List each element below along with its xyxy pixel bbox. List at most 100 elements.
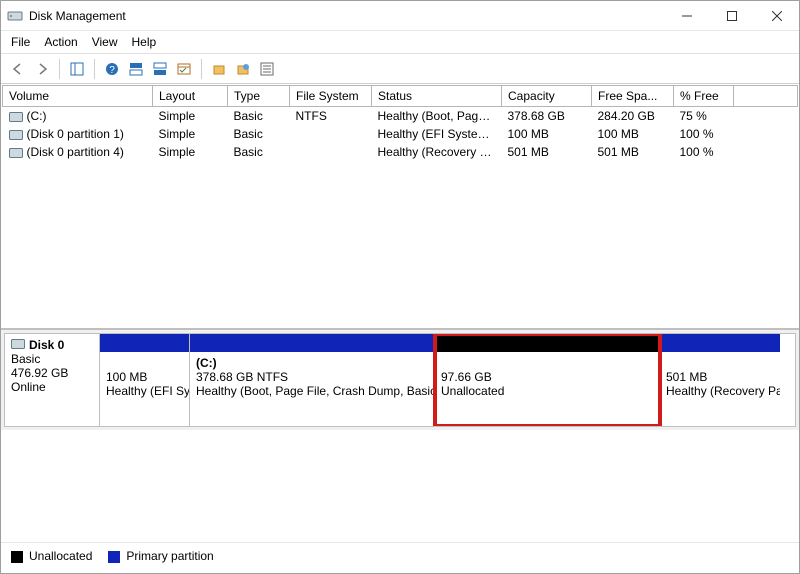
cell-capacity: 501 MB: [502, 143, 592, 161]
window-controls: [664, 1, 799, 30]
col-pfree[interactable]: % Free: [674, 86, 734, 107]
toolbar: ?: [1, 54, 799, 84]
swatch-black-icon: [11, 551, 23, 563]
table-row[interactable]: (Disk 0 partition 4) SimpleBasic Healthy (…: [3, 143, 798, 161]
disk-label[interactable]: Disk 0 Basic 476.92 GB Online: [5, 334, 100, 426]
partition-bar: [435, 334, 659, 352]
partition[interactable]: 501 MBHealthy (Recovery Pa: [660, 334, 780, 426]
cell-pfree: 75 %: [674, 107, 734, 126]
cell-free: 501 MB: [592, 143, 674, 161]
menu-bar: File Action View Help: [1, 31, 799, 54]
cell-capacity: 378.68 GB: [502, 107, 592, 126]
cell-fs: [290, 143, 372, 161]
col-type[interactable]: Type: [228, 86, 290, 107]
partition-size: 378.68 GB NTFS: [196, 370, 428, 384]
drive-icon: [9, 130, 23, 140]
svg-text:?: ?: [109, 65, 115, 76]
table-row[interactable]: (Disk 0 partition 1) SimpleBasic Healthy (…: [3, 125, 798, 143]
partition-status: Healthy (Boot, Page File, Crash Dump, Ba…: [196, 384, 428, 398]
table-row[interactable]: (C:) SimpleBasicNTFSHealthy (Boot, Page .…: [3, 107, 798, 126]
maximize-button[interactable]: [709, 1, 754, 30]
help-button[interactable]: ?: [101, 58, 123, 80]
drive-icon: [9, 148, 23, 158]
menu-view[interactable]: View: [92, 35, 118, 49]
partition-body: (C:)378.68 GB NTFSHealthy (Boot, Page Fi…: [190, 352, 434, 426]
partition-size: 501 MB: [666, 370, 774, 384]
cell-layout: Simple: [153, 107, 228, 126]
col-capacity[interactable]: Capacity: [502, 86, 592, 107]
col-free[interactable]: Free Spa...: [592, 86, 674, 107]
menu-action[interactable]: Action: [44, 35, 77, 49]
disk-state: Online: [11, 380, 93, 394]
cell-capacity: 100 MB: [502, 125, 592, 143]
title-bar: Disk Management: [1, 1, 799, 31]
partition-bar: [190, 334, 434, 352]
cell-free: 100 MB: [592, 125, 674, 143]
window-title: Disk Management: [29, 9, 664, 23]
toolbar-separator: [59, 59, 60, 79]
volume-name: (Disk 0 partition 1): [27, 127, 124, 141]
partition-body: 97.66 GBUnallocated: [435, 352, 659, 426]
cell-type: Basic: [228, 107, 290, 126]
partition[interactable]: 97.66 GBUnallocated: [435, 334, 660, 426]
cell-pfree: 100 %: [674, 143, 734, 161]
app-icon: [7, 8, 23, 24]
disk-type: Basic: [11, 352, 93, 366]
close-button[interactable]: [754, 1, 799, 30]
partition[interactable]: 100 MBHealthy (EFI Sy: [100, 334, 190, 426]
col-volume[interactable]: Volume: [3, 86, 153, 107]
cell-fs: NTFS: [290, 107, 372, 126]
col-layout[interactable]: Layout: [153, 86, 228, 107]
show-hide-console-tree-button[interactable]: [66, 58, 88, 80]
cell-free: 284.20 GB: [592, 107, 674, 126]
disk-name: Disk 0: [29, 338, 64, 352]
cell-status: Healthy (EFI System ...: [372, 125, 502, 143]
partition-body: 501 MBHealthy (Recovery Pa: [660, 352, 780, 426]
partition-bar: [660, 334, 780, 352]
disk-graphical-pane: Disk 0 Basic 476.92 GB Online 100 MBHeal…: [1, 329, 799, 430]
properties-button[interactable]: [256, 58, 278, 80]
partition-status: Healthy (EFI Sy: [106, 384, 183, 398]
cell-type: Basic: [228, 125, 290, 143]
partition-status: Healthy (Recovery Pa: [666, 384, 774, 398]
back-button[interactable]: [7, 58, 29, 80]
cell-status: Healthy (Recovery Pa...: [372, 143, 502, 161]
settings-button[interactable]: [173, 58, 195, 80]
cell-type: Basic: [228, 143, 290, 161]
col-fs[interactable]: File System: [290, 86, 372, 107]
cell-layout: Simple: [153, 125, 228, 143]
toolbar-separator: [94, 59, 95, 79]
disk-icon: [11, 338, 25, 352]
partition[interactable]: (C:)378.68 GB NTFSHealthy (Boot, Page Fi…: [190, 334, 435, 426]
view-top-button[interactable]: [125, 58, 147, 80]
menu-help[interactable]: Help: [132, 35, 157, 49]
legend-primary: Primary partition: [108, 549, 213, 563]
forward-button[interactable]: [31, 58, 53, 80]
cell-fs: [290, 125, 372, 143]
menu-file[interactable]: File: [11, 35, 30, 49]
partitions-container: 100 MBHealthy (EFI Sy(C:)378.68 GB NTFSH…: [100, 334, 795, 426]
toolbar-separator: [201, 59, 202, 79]
volume-name: (C:): [27, 109, 47, 123]
volume-table[interactable]: Volume Layout Type File System Status Ca…: [2, 85, 798, 161]
disk-size: 476.92 GB: [11, 366, 93, 380]
volume-name: (Disk 0 partition 4): [27, 145, 124, 159]
cell-status: Healthy (Boot, Page ...: [372, 107, 502, 126]
partition-body: 100 MBHealthy (EFI Sy: [100, 352, 189, 426]
legend-unallocated: Unallocated: [11, 549, 92, 563]
volume-table-header[interactable]: Volume Layout Type File System Status Ca…: [3, 86, 798, 107]
action-button-2[interactable]: [232, 58, 254, 80]
cell-layout: Simple: [153, 143, 228, 161]
partition-size: 100 MB: [106, 370, 183, 384]
col-spacer: [734, 86, 798, 107]
disk-row[interactable]: Disk 0 Basic 476.92 GB Online 100 MBHeal…: [4, 333, 796, 427]
view-bottom-button[interactable]: [149, 58, 171, 80]
partition-size: 97.66 GB: [441, 370, 653, 384]
partition-title: (C:): [196, 356, 428, 370]
partition-bar: [100, 334, 189, 352]
col-status[interactable]: Status: [372, 86, 502, 107]
drive-icon: [9, 112, 23, 122]
action-button-1[interactable]: [208, 58, 230, 80]
partition-status: Unallocated: [441, 384, 653, 398]
minimize-button[interactable]: [664, 1, 709, 30]
